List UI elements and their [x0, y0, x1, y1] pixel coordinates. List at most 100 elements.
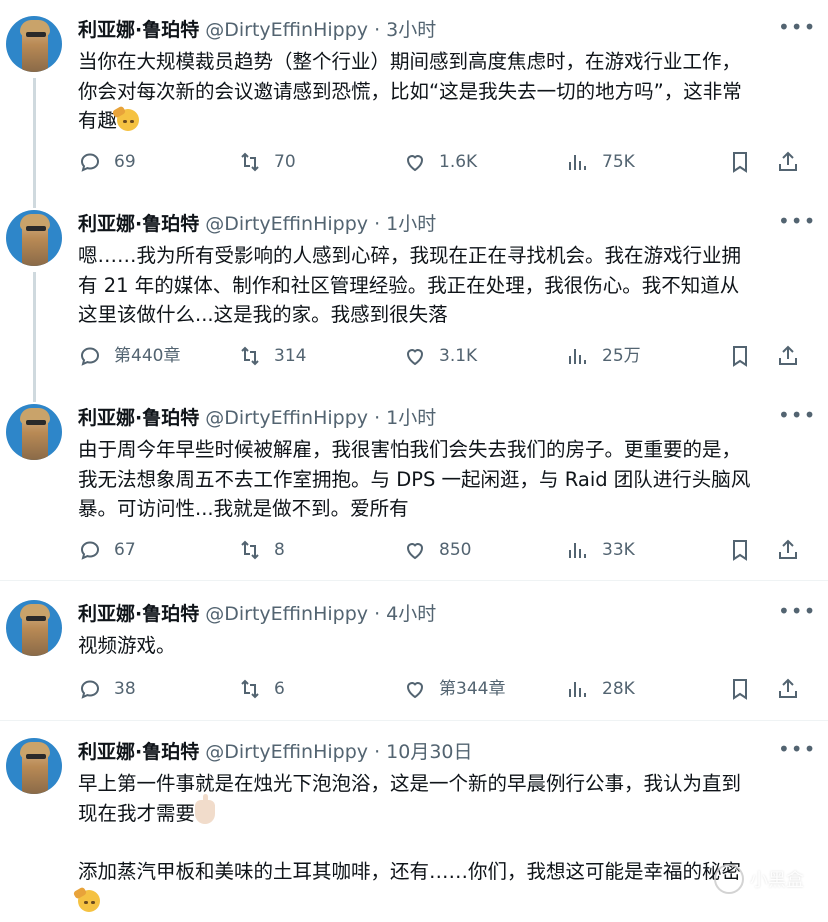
saluting-face-icon — [78, 889, 100, 912]
tweet-header: 利亚娜·鲁珀特 @DirtyEffinHippy · 1小时 — [78, 212, 436, 236]
like-button[interactable]: 第344章 — [403, 676, 505, 702]
views-button[interactable]: 33K — [566, 537, 635, 563]
heart-icon — [403, 344, 427, 368]
watermark-logo-icon — [714, 864, 744, 894]
timestamp[interactable]: 10月30日 — [386, 741, 472, 763]
share-button[interactable] — [776, 343, 800, 369]
thread-line — [33, 386, 36, 402]
more-options-icon[interactable]: ••• — [778, 211, 815, 231]
avatar[interactable] — [6, 210, 62, 266]
repost-button[interactable]: 8 — [238, 537, 285, 563]
bookmark-icon — [728, 538, 752, 562]
reply-count: 69 — [114, 152, 136, 172]
share-icon — [776, 150, 800, 174]
tweet-header: 利亚娜·鲁珀特 @DirtyEffinHippy · 1小时 — [78, 406, 436, 430]
tweet-text: 当你在大规模裁员趋势（整个行业）期间感到高度焦虑时，在游戏行业工作， 你会对每次… — [78, 47, 808, 136]
timestamp[interactable]: 1小时 — [386, 213, 436, 235]
repost-count: 6 — [274, 679, 285, 699]
repost-icon — [238, 677, 262, 701]
tweet-1[interactable]: 利亚娜·鲁珀特 @DirtyEffinHippy · 3小时 ••• 当你在大规… — [0, 16, 828, 206]
author-name[interactable]: 利亚娜·鲁珀特 — [78, 213, 199, 235]
share-button[interactable] — [776, 676, 800, 702]
avatar[interactable] — [6, 738, 62, 794]
hand-icon — [195, 793, 216, 824]
repost-count: 314 — [274, 346, 307, 366]
reply-count: 67 — [114, 540, 136, 560]
avatar[interactable] — [6, 600, 62, 656]
views-button[interactable]: 28K — [566, 676, 635, 702]
tweet-2[interactable]: 利亚娜·鲁珀特 @DirtyEffinHippy · 1小时 ••• 嗯……我为… — [0, 192, 828, 400]
thread-line — [33, 78, 36, 206]
views-icon — [566, 538, 590, 562]
more-options-icon[interactable]: ••• — [778, 17, 815, 37]
watermark: 小黑盒 — [714, 864, 804, 894]
tweet-text: 视频游戏。 — [78, 631, 808, 661]
views-count: 28K — [602, 679, 635, 699]
heart-icon — [403, 677, 427, 701]
views-button[interactable]: 75K — [566, 149, 635, 175]
avatar[interactable] — [6, 16, 62, 72]
repost-icon — [238, 150, 262, 174]
reply-icon — [78, 150, 102, 174]
author-name[interactable]: 利亚娜·鲁珀特 — [78, 407, 199, 429]
author-handle[interactable]: @DirtyEffinHippy — [205, 603, 368, 625]
like-button[interactable]: 3.1K — [403, 343, 477, 369]
tweet-5[interactable]: 利亚娜·鲁珀特 @DirtyEffinHippy · 10月30日 ••• 早上… — [0, 738, 828, 922]
like-count: 第344章 — [439, 679, 506, 699]
author-handle[interactable]: @DirtyEffinHippy — [205, 213, 368, 235]
timestamp[interactable]: 1小时 — [386, 407, 436, 429]
tweet-3[interactable]: 利亚娜·鲁珀特 @DirtyEffinHippy · 1小时 ••• 由于周今年… — [0, 386, 828, 574]
views-button[interactable]: 25万 — [566, 343, 641, 369]
reply-button[interactable]: 67 — [78, 537, 136, 563]
share-button[interactable] — [776, 149, 800, 175]
separator: · — [368, 741, 387, 763]
share-button[interactable] — [776, 537, 800, 563]
repost-count: 8 — [274, 540, 285, 560]
more-options-icon[interactable]: ••• — [778, 601, 815, 621]
text-line: 有趣 — [78, 109, 118, 132]
text-line: 添加蒸汽甲板和美味的土耳其咖啡，还有……你们，我想这可能是幸福的秘密 — [78, 860, 742, 883]
bookmark-button[interactable] — [728, 676, 752, 702]
reply-button[interactable]: 69 — [78, 149, 136, 175]
repost-icon — [238, 344, 262, 368]
author-handle[interactable]: @DirtyEffinHippy — [205, 19, 368, 41]
like-button[interactable]: 1.6K — [403, 149, 477, 175]
like-button[interactable]: 850 — [403, 537, 471, 563]
author-name[interactable]: 利亚娜·鲁珀特 — [78, 603, 199, 625]
bookmark-button[interactable] — [728, 343, 752, 369]
more-options-icon[interactable]: ••• — [778, 405, 815, 425]
tweet-header: 利亚娜·鲁珀特 @DirtyEffinHippy · 4小时 — [78, 602, 436, 626]
bookmark-button[interactable] — [728, 537, 752, 563]
author-name[interactable]: 利亚娜·鲁珀特 — [78, 19, 199, 41]
avatar[interactable] — [6, 404, 62, 460]
reply-icon — [78, 344, 102, 368]
repost-button[interactable]: 314 — [238, 343, 306, 369]
more-options-icon[interactable]: ••• — [778, 739, 815, 759]
reply-button[interactable]: 第440章 — [78, 343, 180, 369]
author-handle[interactable]: @DirtyEffinHippy — [205, 407, 368, 429]
repost-button[interactable]: 70 — [238, 149, 296, 175]
author-name[interactable]: 利亚娜·鲁珀特 — [78, 741, 199, 763]
views-icon — [566, 344, 590, 368]
tweet-4[interactable]: 利亚娜·鲁珀特 @DirtyEffinHippy · 4小时 ••• 视频游戏。… — [0, 600, 828, 710]
text-line: 早上第一件事就是在烛光下泡泡浴，这是一个新的早晨例行公事，我认为直到 — [78, 772, 742, 795]
divider — [0, 720, 828, 721]
tweet-text: 早上第一件事就是在烛光下泡泡浴，这是一个新的早晨例行公事，我认为直到 现在我才需… — [78, 769, 808, 916]
like-count: 3.1K — [439, 346, 478, 366]
reply-icon — [78, 538, 102, 562]
timestamp[interactable]: 3小时 — [386, 19, 436, 41]
tweet-header: 利亚娜·鲁珀特 @DirtyEffinHippy · 10月30日 — [78, 740, 473, 764]
reply-button[interactable]: 38 — [78, 676, 136, 702]
bookmark-button[interactable] — [728, 149, 752, 175]
action-bar: 69 70 1.6K 75K — [78, 149, 808, 175]
repost-button[interactable]: 6 — [238, 676, 285, 702]
author-handle[interactable]: @DirtyEffinHippy — [205, 741, 368, 763]
timestamp[interactable]: 4小时 — [386, 603, 436, 625]
text-line: 由于周今年早些时候被解雇，我很害怕我们会失去我们的房子。更重要的是， — [78, 438, 742, 461]
separator: · — [368, 407, 387, 429]
watermark-text: 小黑盒 — [750, 870, 804, 891]
share-icon — [776, 538, 800, 562]
separator: · — [368, 19, 387, 41]
views-count: 75K — [602, 152, 635, 172]
text-line: 我无法想象周五不去工作室拥抱。与 DPS 一起闲逛，与 Raid 团队进行头脑风 — [78, 467, 751, 491]
